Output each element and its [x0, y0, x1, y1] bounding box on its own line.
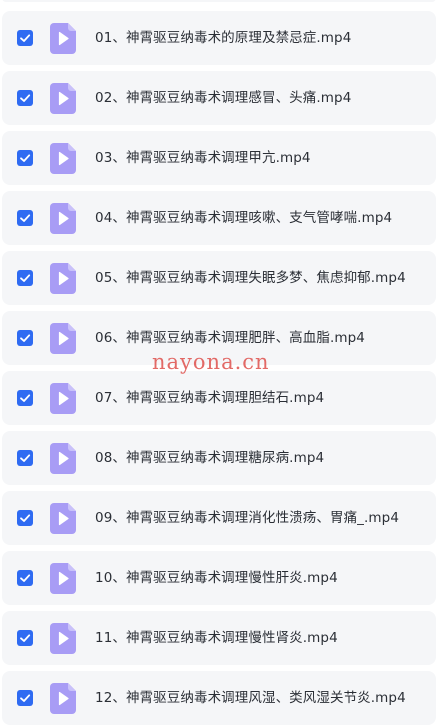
- file-name: 04、神霄驱豆纳毒术调理咳嗽、支气管哮喘.mp4: [95, 210, 393, 226]
- video-file-icon: [50, 503, 76, 534]
- checkbox-checked[interactable]: [17, 150, 33, 166]
- checkbox-checked[interactable]: [17, 90, 33, 106]
- file-row[interactable]: 12、神霄驱豆纳毒术调理风湿、类风湿关节炎.mp4: [2, 671, 436, 725]
- checkbox-checked[interactable]: [17, 690, 33, 706]
- file-name: 08、神霄驱豆纳毒术调理糖尿病.mp4: [95, 450, 325, 466]
- checkbox-checked[interactable]: [17, 330, 33, 346]
- file-row[interactable]: 11、神霄驱豆纳毒术调理慢性肾炎.mp4: [2, 611, 436, 665]
- checkmark-icon: [20, 214, 31, 222]
- checkbox-checked[interactable]: [17, 210, 33, 226]
- file-name: 11、神霄驱豆纳毒术调理慢性肾炎.mp4: [95, 630, 338, 646]
- file-list: 01、神霄驱豆纳毒术的原理及禁忌症.mp4 02、神霄驱豆纳毒术调理感冒、头痛.m…: [0, 0, 438, 727]
- file-row[interactable]: 05、神霄驱豆纳毒术调理失眠多梦、焦虑抑郁.mp4: [2, 251, 436, 305]
- checkbox-checked[interactable]: [17, 630, 33, 646]
- checkmark-icon: [20, 94, 31, 102]
- video-file-icon: [50, 263, 76, 294]
- checkmark-icon: [20, 574, 31, 582]
- file-row[interactable]: 07、神霄驱豆纳毒术调理胆结石.mp4: [2, 371, 436, 425]
- video-file-icon: [50, 563, 76, 594]
- file-name: 05、神霄驱豆纳毒术调理失眠多梦、焦虑抑郁.mp4: [95, 270, 406, 286]
- checkbox-checked[interactable]: [17, 450, 33, 466]
- checkbox-checked[interactable]: [17, 570, 33, 586]
- video-file-icon: [50, 683, 76, 714]
- video-file-icon: [50, 443, 76, 474]
- checkmark-icon: [20, 514, 31, 522]
- file-row[interactable]: 03、神霄驱豆纳毒术调理甲亢.mp4: [2, 131, 436, 185]
- video-file-icon: [50, 23, 76, 54]
- file-name: 10、神霄驱豆纳毒术调理慢性肝炎.mp4: [95, 570, 338, 586]
- checkmark-icon: [20, 274, 31, 282]
- checkmark-icon: [20, 694, 31, 702]
- file-row[interactable]: 04、神霄驱豆纳毒术调理咳嗽、支气管哮喘.mp4: [2, 191, 436, 245]
- checkbox-checked[interactable]: [17, 30, 33, 46]
- checkmark-icon: [20, 154, 31, 162]
- file-row[interactable]: 08、神霄驱豆纳毒术调理糖尿病.mp4: [2, 431, 436, 485]
- file-row[interactable]: 06、神霄驱豆纳毒术调理肥胖、高血脂.mp4: [2, 311, 436, 365]
- file-name: 09、神霄驱豆纳毒术调理消化性溃疡、胃痛_.mp4: [95, 510, 400, 526]
- file-row[interactable]: 01、神霄驱豆纳毒术的原理及禁忌症.mp4: [2, 11, 436, 65]
- checkmark-icon: [20, 394, 31, 402]
- checkbox-checked[interactable]: [17, 390, 33, 406]
- file-row[interactable]: 02、神霄驱豆纳毒术调理感冒、头痛.mp4: [2, 71, 436, 125]
- checkmark-icon: [20, 34, 31, 42]
- file-name: 03、神霄驱豆纳毒术调理甲亢.mp4: [95, 150, 311, 166]
- checkmark-icon: [20, 454, 31, 462]
- file-row[interactable]: 09、神霄驱豆纳毒术调理消化性溃疡、胃痛_.mp4: [2, 491, 436, 545]
- video-file-icon: [50, 203, 76, 234]
- file-name: 12、神霄驱豆纳毒术调理风湿、类风湿关节炎.mp4: [95, 690, 406, 706]
- file-row[interactable]: 10、神霄驱豆纳毒术调理慢性肝炎.mp4: [2, 551, 436, 605]
- checkbox-checked[interactable]: [17, 510, 33, 526]
- video-file-icon: [50, 83, 76, 114]
- video-file-icon: [50, 323, 76, 354]
- file-name: 02、神霄驱豆纳毒术调理感冒、头痛.mp4: [95, 90, 352, 106]
- file-name: 07、神霄驱豆纳毒术调理胆结石.mp4: [95, 390, 325, 406]
- video-file-icon: [50, 143, 76, 174]
- file-name: 06、神霄驱豆纳毒术调理肥胖、高血脂.mp4: [95, 330, 365, 346]
- video-file-icon: [50, 623, 76, 654]
- previous-row-edge: [2, 0, 436, 2]
- checkmark-icon: [20, 634, 31, 642]
- video-file-icon: [50, 383, 76, 414]
- file-name: 01、神霄驱豆纳毒术的原理及禁忌症.mp4: [95, 30, 352, 46]
- checkbox-checked[interactable]: [17, 270, 33, 286]
- checkmark-icon: [20, 334, 31, 342]
